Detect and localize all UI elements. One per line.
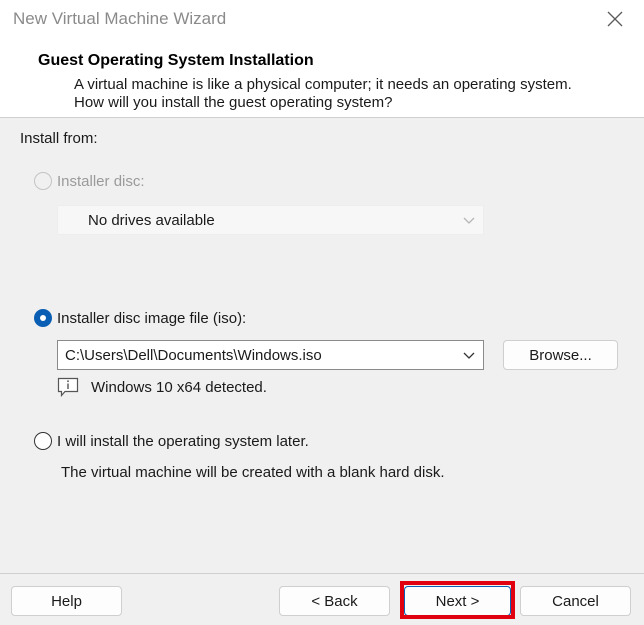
chevron-down-icon	[463, 217, 475, 224]
wizard-window: New Virtual Machine Wizard Guest Operati…	[0, 0, 644, 625]
back-button[interactable]: < Back	[279, 586, 390, 616]
install-later-note: The virtual machine will be created with…	[61, 464, 445, 481]
cancel-button[interactable]: Cancel	[520, 586, 631, 616]
radio-circle	[34, 432, 52, 450]
iso-path-value: C:\Users\Dell\Documents\Windows.iso	[65, 346, 322, 364]
installer-disc-radio[interactable]: Installer disc:	[34, 172, 145, 190]
install-from-label: Install from:	[20, 130, 98, 147]
installer-iso-label: Installer disc image file (iso):	[57, 309, 247, 327]
help-button[interactable]: Help	[11, 586, 122, 616]
installer-iso-radio[interactable]: Installer disc image file (iso):	[34, 309, 246, 327]
close-icon	[607, 11, 623, 27]
radio-circle	[34, 172, 52, 190]
installer-disc-dropdown-value: No drives available	[88, 211, 215, 229]
wizard-header: Guest Operating System Installation A vi…	[0, 40, 644, 118]
wizard-content: Install from: Installer disc: No drives …	[0, 118, 644, 573]
installer-disc-label: Installer disc:	[57, 172, 145, 190]
browse-button[interactable]: Browse...	[503, 340, 618, 370]
title-bar: New Virtual Machine Wizard	[0, 0, 644, 40]
install-later-label: I will install the operating system late…	[57, 432, 309, 450]
radio-circle	[34, 309, 52, 327]
install-later-radio[interactable]: I will install the operating system late…	[34, 432, 309, 450]
detection-status: Windows 10 x64 detected.	[57, 377, 267, 397]
info-icon	[57, 377, 79, 397]
next-button[interactable]: Next >	[404, 586, 511, 616]
close-button[interactable]	[598, 4, 632, 34]
installer-disc-dropdown[interactable]: No drives available	[57, 205, 484, 235]
iso-path-combobox[interactable]: C:\Users\Dell\Documents\Windows.iso	[57, 340, 484, 370]
detection-message: Windows 10 x64 detected.	[91, 378, 267, 396]
chevron-down-icon[interactable]	[463, 349, 475, 361]
page-description: A virtual machine is like a physical com…	[74, 76, 572, 111]
window-title: New Virtual Machine Wizard	[13, 9, 227, 28]
page-title: Guest Operating System Installation	[38, 52, 314, 69]
